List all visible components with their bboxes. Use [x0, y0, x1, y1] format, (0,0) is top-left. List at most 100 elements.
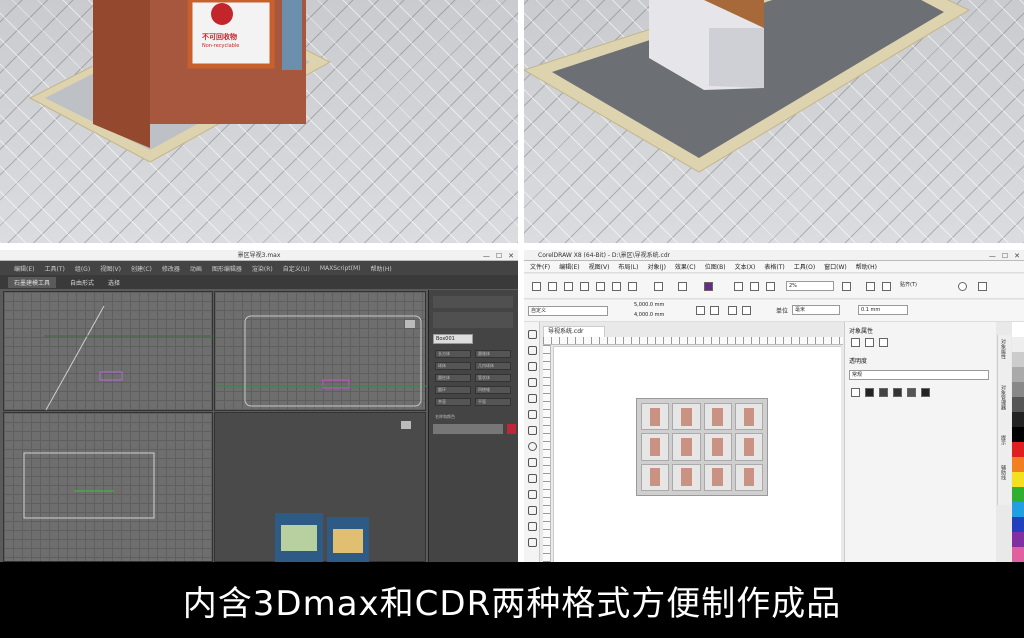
freehand-tool-icon[interactable]	[528, 394, 537, 403]
name-input[interactable]	[433, 424, 503, 434]
object-type-icons[interactable]	[433, 312, 513, 328]
undo-icon[interactable]	[654, 282, 663, 291]
zoom-tool-icon[interactable]	[528, 378, 537, 387]
snap-to-dropdown[interactable]: 贴齐(T)	[898, 281, 940, 291]
btn-cone[interactable]: 圆锥体	[475, 350, 511, 358]
sign-thumb[interactable]	[641, 433, 670, 461]
nudge-distance[interactable]: 0.1 mm	[858, 305, 908, 315]
sign-thumb[interactable]	[734, 403, 763, 431]
shadow-tool-icon[interactable]	[528, 522, 537, 531]
transparency-icon[interactable]	[879, 338, 888, 347]
viewcube-icon[interactable]	[405, 320, 415, 328]
grid-icon[interactable]	[882, 282, 891, 291]
polygon-tool-icon[interactable]	[528, 458, 537, 467]
docker-tab-object-manager[interactable]: 对象管理器	[1000, 385, 1007, 410]
texture-transparency-icon[interactable]	[907, 388, 916, 397]
btn-plane[interactable]: 平面	[475, 398, 511, 406]
object-name-field[interactable]: Box001	[433, 334, 473, 344]
docker-tab-properties[interactable]: 对象属性	[1000, 339, 1007, 359]
menu-text[interactable]: 文本(X)	[735, 262, 756, 271]
fountain-transparency-icon[interactable]	[879, 388, 888, 397]
btn-box[interactable]: 长方体	[435, 350, 471, 358]
sign-thumb[interactable]	[672, 463, 701, 491]
btn-torus[interactable]: 圆环	[435, 386, 471, 394]
menu-edit[interactable]: 编辑(E)	[559, 262, 579, 271]
launcher-icon[interactable]	[978, 282, 987, 291]
menu-modifiers[interactable]: 修改器	[162, 264, 180, 273]
fill-icon[interactable]	[865, 338, 874, 347]
twocolor-transparency-icon[interactable]	[921, 388, 930, 397]
menu-object[interactable]: 对象(J)	[647, 262, 665, 271]
sign-thumb[interactable]	[641, 463, 670, 491]
docker-tab-hints[interactable]: 提示	[1000, 435, 1007, 445]
uniform-transparency-icon[interactable]	[865, 388, 874, 397]
outline-icon[interactable]	[851, 338, 860, 347]
color-palette[interactable]	[1012, 322, 1024, 562]
panel-tabs[interactable]	[433, 296, 513, 308]
current-page-icon[interactable]	[742, 306, 751, 315]
launch-icon[interactable]	[704, 282, 713, 291]
viewcube-icon[interactable]	[401, 421, 411, 429]
tab-document[interactable]: 导视系统.cdr	[543, 326, 605, 337]
menu-group[interactable]: 组(G)	[75, 264, 90, 273]
paste-icon[interactable]	[628, 282, 637, 291]
menu-window[interactable]: 窗口(W)	[824, 262, 847, 271]
menu-view[interactable]: 视图(V)	[100, 264, 121, 273]
sign-thumb[interactable]	[672, 403, 701, 431]
btn-tube[interactable]: 管状体	[475, 374, 511, 382]
export-icon[interactable]	[750, 282, 759, 291]
btn-cylinder[interactable]: 圆柱体	[435, 374, 471, 382]
menu-tools[interactable]: 工具(T)	[44, 264, 64, 273]
crop-tool-icon[interactable]	[528, 362, 537, 371]
ellipse-tool-icon[interactable]	[528, 442, 537, 451]
menu-customize[interactable]: 自定义(U)	[283, 264, 310, 273]
btn-geosphere[interactable]: 几何球体	[475, 362, 511, 370]
artistic-media-icon[interactable]	[528, 410, 537, 419]
menu-table[interactable]: 表格(T)	[764, 262, 784, 271]
parallel-dimension-icon[interactable]	[528, 490, 537, 499]
menu-effects[interactable]: 效果(C)	[675, 262, 696, 271]
color-swatch[interactable]	[507, 424, 516, 434]
cut-icon[interactable]	[596, 282, 605, 291]
sign-artboard[interactable]	[636, 398, 768, 496]
transparency-mode[interactable]: 常规	[849, 370, 989, 380]
publish-pdf-icon[interactable]	[766, 282, 775, 291]
viewport-perspective[interactable]	[214, 412, 426, 562]
btn-pyramid[interactable]: 四棱锥	[475, 386, 511, 394]
full-screen-icon[interactable]	[842, 282, 851, 291]
vertical-ruler[interactable]	[543, 345, 551, 562]
viewport-front[interactable]	[189, 291, 427, 411]
menu-help[interactable]: 帮助(H)	[856, 262, 877, 271]
copy-icon[interactable]	[612, 282, 621, 291]
connector-tool-icon[interactable]	[528, 506, 537, 515]
menu-edit[interactable]: 编辑(E)	[14, 264, 34, 273]
menu-bitmaps[interactable]: 位图(B)	[705, 262, 726, 271]
page-height[interactable]: 4,000.0 mm	[632, 311, 686, 321]
gear-icon[interactable]	[958, 282, 967, 291]
sign-thumb[interactable]	[703, 463, 732, 491]
pattern-transparency-icon[interactable]	[893, 388, 902, 397]
page-preset[interactable]: 自定义	[528, 306, 608, 316]
tab-graphite-tools[interactable]: 石墨建模工具	[8, 276, 57, 288]
menu-layout[interactable]: 布局(L)	[618, 262, 638, 271]
menu-create[interactable]: 创建(C)	[131, 264, 152, 273]
sign-thumb[interactable]	[672, 433, 701, 461]
print-icon[interactable]	[580, 282, 589, 291]
portrait-icon[interactable]	[696, 306, 705, 315]
menu-graph-editors[interactable]: 图形编辑器	[212, 264, 242, 273]
pick-tool-icon[interactable]	[528, 330, 537, 339]
page-width[interactable]: 5,000.0 mm	[632, 301, 686, 311]
sign-thumb[interactable]	[734, 463, 763, 491]
open-icon[interactable]	[548, 282, 557, 291]
redo-icon[interactable]	[678, 282, 687, 291]
all-pages-icon[interactable]	[728, 306, 737, 315]
sign-thumb[interactable]	[703, 403, 732, 431]
sign-thumb[interactable]	[703, 433, 732, 461]
zoom-level[interactable]: 2%	[786, 281, 834, 291]
btn-sphere[interactable]: 球体	[435, 362, 471, 370]
landscape-icon[interactable]	[710, 306, 719, 315]
menu-animation[interactable]: 动画	[190, 264, 202, 273]
menu-maxscript[interactable]: MAXScript(M)	[320, 265, 361, 272]
docker-tab-guidelines[interactable]: 辅助线	[1000, 465, 1007, 480]
viewport-top[interactable]	[3, 291, 214, 411]
